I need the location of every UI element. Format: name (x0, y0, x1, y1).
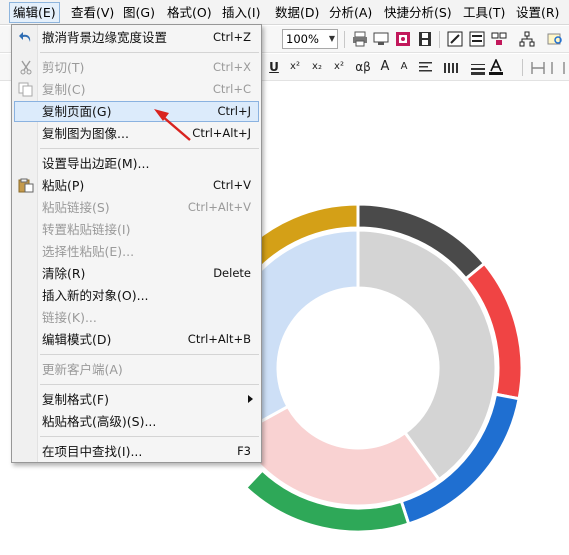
arrow-shaft (161, 115, 191, 141)
annotation-arrow (154, 109, 191, 141)
